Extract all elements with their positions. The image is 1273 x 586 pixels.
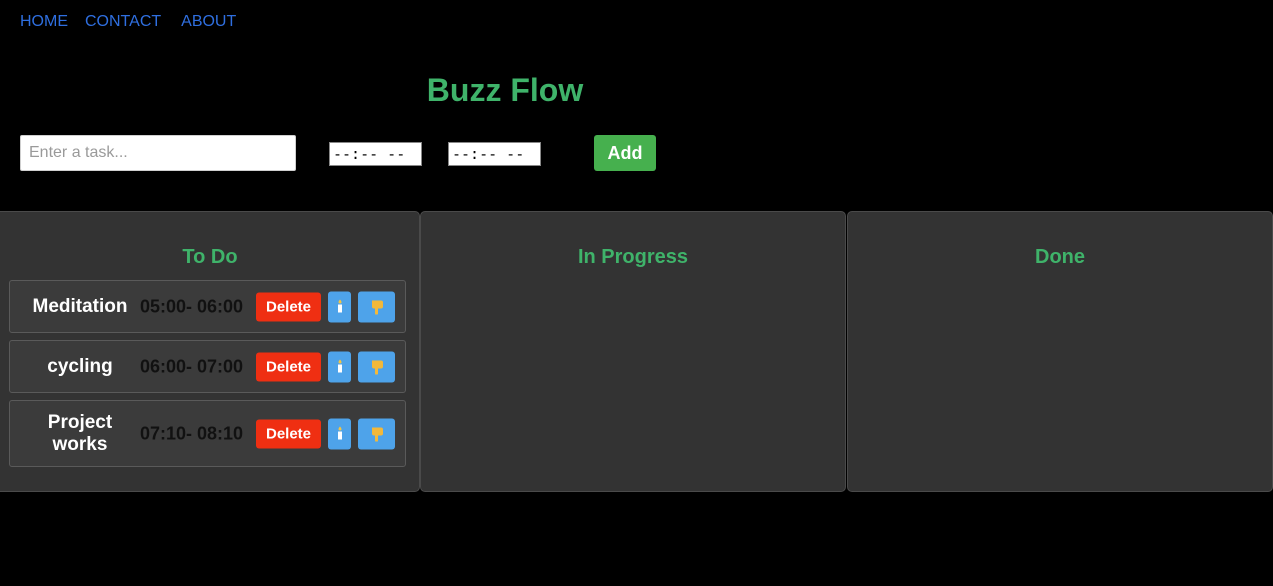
in-progress-column: In Progress <box>420 211 846 492</box>
pick-task-button[interactable] <box>358 291 395 322</box>
todo-column-title: To Do <box>182 246 238 268</box>
task-name: Project works <box>47 411 113 455</box>
task-times: 06:00- 07:00 <box>140 356 244 376</box>
candle-icon <box>337 359 342 373</box>
delete-task-button[interactable]: Delete <box>256 292 321 321</box>
done-column: Done <box>847 211 1273 492</box>
task-name: Meditation <box>32 295 128 317</box>
move-task-button[interactable] <box>328 418 351 449</box>
task-input[interactable] <box>20 135 296 171</box>
pick-task-button[interactable] <box>358 418 395 449</box>
delete-task-button[interactable]: Delete <box>256 419 321 448</box>
nav-contact-link[interactable]: CONTACT <box>85 13 161 31</box>
task-name: cycling <box>47 355 113 377</box>
app-title: Buzz Flow <box>426 72 584 108</box>
top-nav: HOME CONTACT ABOUT <box>20 13 236 31</box>
task-card[interactable]: Meditation 05:00- 06:00 Delete <box>9 280 406 333</box>
done-column-title: Done <box>1035 246 1085 268</box>
candle-icon <box>337 299 342 313</box>
delete-task-button[interactable]: Delete <box>256 352 321 381</box>
pick-task-button[interactable] <box>358 351 395 382</box>
task-times: 05:00- 06:00 <box>140 296 244 316</box>
nav-home-link[interactable]: HOME <box>20 13 68 31</box>
move-task-button[interactable] <box>328 351 351 382</box>
task-card[interactable]: cycling 06:00- 07:00 Delete <box>9 340 406 393</box>
add-task-button[interactable]: Add <box>594 135 656 171</box>
end-time-input[interactable]: --:-- -- <box>448 142 541 166</box>
task-times: 07:10- 08:10 <box>140 423 244 443</box>
todo-column: To Do Meditation 05:00- 06:00 Delete cyc… <box>0 211 420 492</box>
in-progress-column-title: In Progress <box>577 246 689 268</box>
nav-about-link[interactable]: ABOUT <box>181 13 236 31</box>
hand-pointing-down-icon <box>371 360 383 375</box>
task-card[interactable]: Project works 07:10- 08:10 Delete <box>9 400 406 467</box>
hand-pointing-down-icon <box>371 300 383 315</box>
candle-icon <box>337 426 342 440</box>
hand-pointing-down-icon <box>371 427 383 442</box>
start-time-input[interactable]: --:-- -- <box>329 142 422 166</box>
move-task-button[interactable] <box>328 291 351 322</box>
